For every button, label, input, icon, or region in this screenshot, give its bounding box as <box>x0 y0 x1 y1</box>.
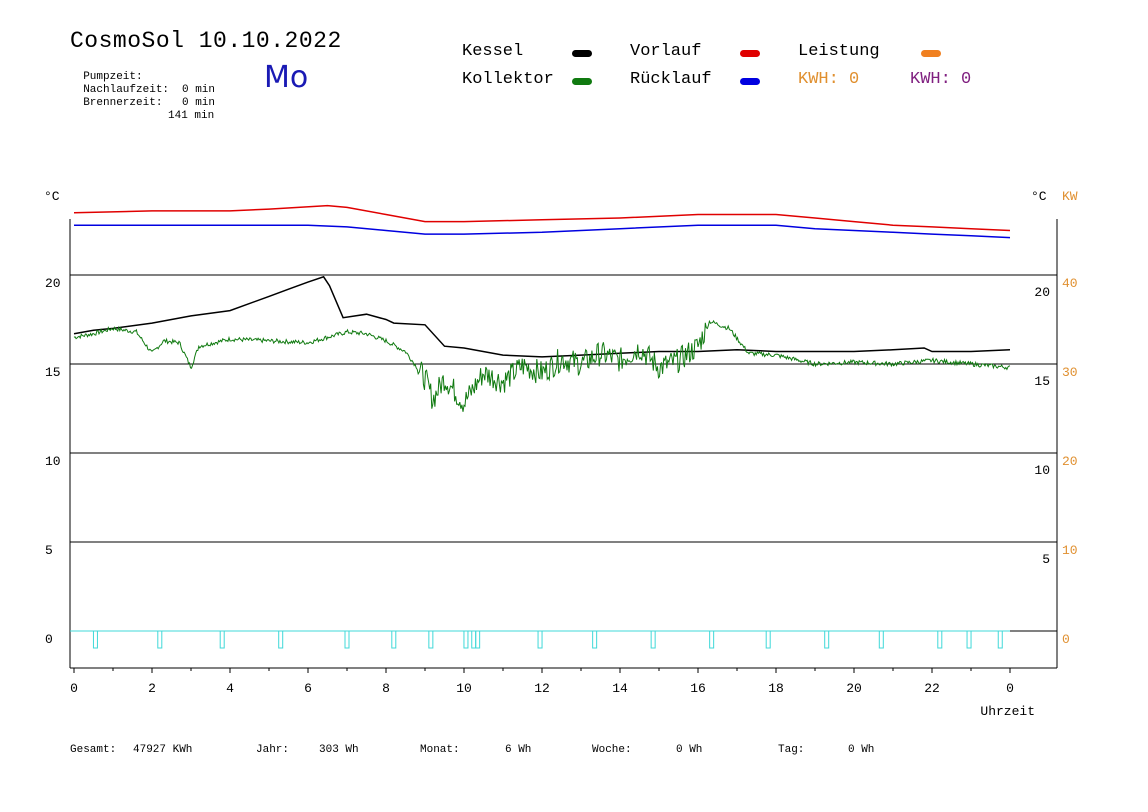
series-line-ruecklauf <box>74 224 1011 239</box>
x-tick-label: 14 <box>612 681 628 696</box>
footer-woche-value: 0 Wh <box>676 744 703 756</box>
x-tick-label: 16 <box>690 681 706 696</box>
kw-tick-label: 20 <box>1062 454 1078 469</box>
footer-woche-label: Woche: <box>592 744 632 756</box>
pump-pulse <box>428 630 434 649</box>
x-tick-label: 0 <box>1006 681 1014 696</box>
left-tick-label: 0 <box>45 632 53 647</box>
right-tick-label: 5 <box>1042 552 1050 567</box>
right-tick-label: 15 <box>1034 374 1050 389</box>
temperature-chart: 0 2 4 6 8 10 12 14 16 18 20 22 0 Uhrzeit °C °C KW 20 15 10 5… <box>44 189 1078 719</box>
pump-pulse <box>937 630 943 649</box>
pump-pulse <box>765 630 771 649</box>
x-tick-label: 6 <box>304 681 312 696</box>
kw-tick-label: 30 <box>1062 365 1078 380</box>
right-tick-label: 20 <box>1034 285 1050 300</box>
x-axis-label: Uhrzeit <box>980 704 1035 719</box>
series-line-kollektor <box>73 319 1011 412</box>
chart-labels: 0 2 4 6 8 10 12 14 16 18 20 22 0 Uhrzeit °C °C KW 20 15 10 5… <box>44 189 1078 719</box>
footer-monat-value: 6 Wh <box>505 744 532 756</box>
x-tick-label: 10 <box>456 681 472 696</box>
pump-pulse <box>997 630 1003 649</box>
chart-grid <box>70 274 1057 632</box>
x-tick-label: 2 <box>148 681 156 696</box>
x-tick-label: 20 <box>846 681 862 696</box>
pump-pulse <box>650 630 656 649</box>
pump-pulse <box>391 630 397 649</box>
pump-pulse <box>463 630 469 649</box>
pump-pulse <box>709 630 715 649</box>
x-tick-label: 18 <box>768 681 784 696</box>
pump-pulse <box>537 630 543 649</box>
right-unit-label: °C <box>1031 189 1047 204</box>
x-tick-label: 8 <box>382 681 390 696</box>
left-unit-label: °C <box>44 189 60 204</box>
left-tick-label: 5 <box>45 543 53 558</box>
footer-jahr-label: Jahr: <box>256 744 290 756</box>
chart-series <box>73 204 1011 412</box>
footer-gesamt-label: Gesamt: <box>70 744 117 756</box>
left-tick-label: 20 <box>45 276 61 291</box>
pump-pulse <box>344 630 350 649</box>
x-tick-label: 22 <box>924 681 940 696</box>
left-tick-label: 10 <box>45 454 61 469</box>
pump-pulse <box>92 630 98 649</box>
pump-pulse <box>157 630 163 649</box>
right-tick-label: 10 <box>1034 463 1050 478</box>
pump-pulses <box>70 630 1010 649</box>
pump-pulse <box>219 630 225 649</box>
series-line-vorlauf <box>73 204 1011 232</box>
footer-tag-label: Tag: <box>778 744 805 756</box>
kw-tick-label: 40 <box>1062 276 1078 291</box>
x-tick-label: 0 <box>70 681 78 696</box>
pump-pulse <box>878 630 884 649</box>
pump-pulse <box>592 630 598 649</box>
x-tick-label: 4 <box>226 681 234 696</box>
footer-gesamt-value: 47927 KWh <box>133 744 193 756</box>
kw-tick-label: 0 <box>1062 632 1070 647</box>
pump-pulse <box>824 630 830 649</box>
kw-tick-label: 10 <box>1062 543 1078 558</box>
kw-unit-label: KW <box>1062 189 1078 204</box>
footer-jahr-value: 303 Wh <box>319 744 359 756</box>
pump-pulse <box>966 630 972 649</box>
footer-tag-value: 0 Wh <box>848 744 875 756</box>
x-tick-label: 12 <box>534 681 550 696</box>
left-tick-label: 15 <box>45 365 61 380</box>
chart-frame <box>69 219 1058 673</box>
pump-pulse <box>278 630 284 649</box>
footer-monat-label: Monat: <box>420 744 460 756</box>
